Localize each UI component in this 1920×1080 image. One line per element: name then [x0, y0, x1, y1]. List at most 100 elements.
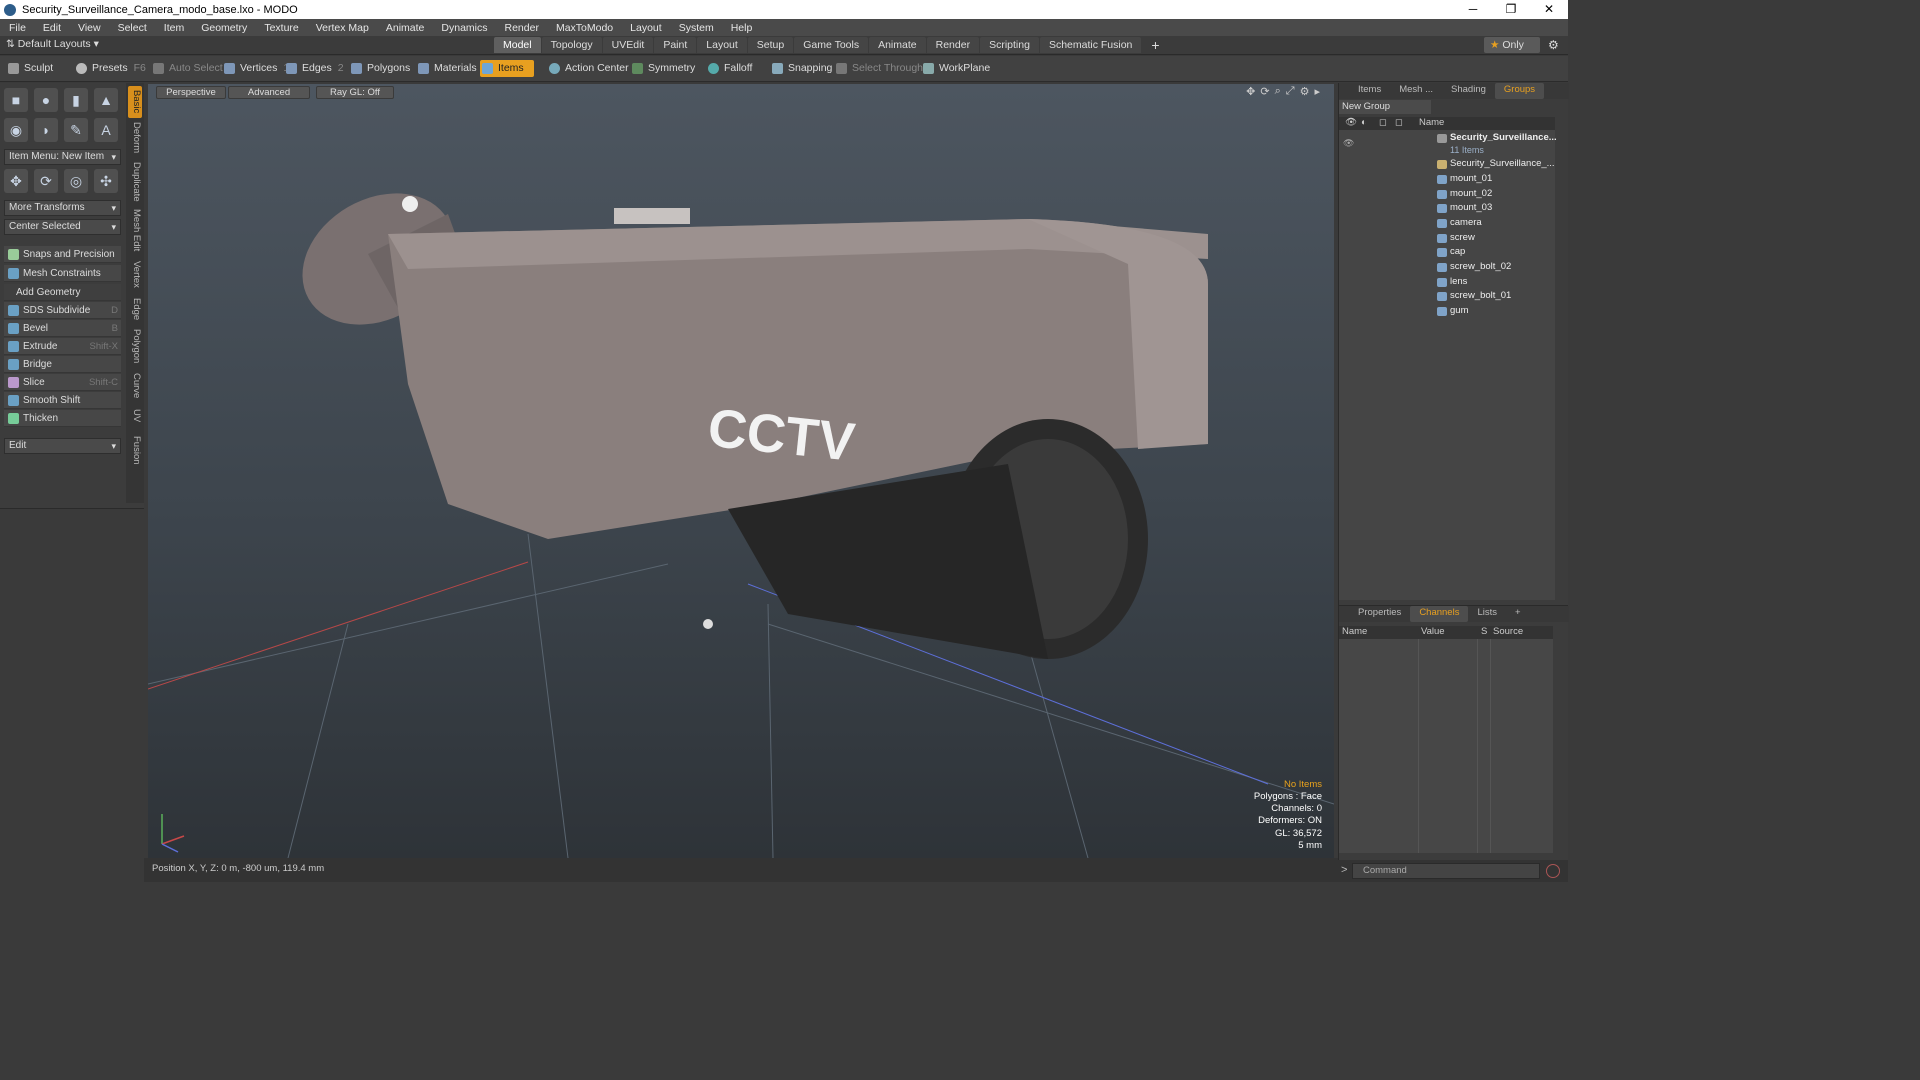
tab-animate[interactable]: Animate: [869, 37, 926, 53]
move-icon[interactable]: ✥: [4, 169, 28, 193]
more-transforms-dropdown[interactable]: More Transforms: [4, 200, 121, 216]
tree-item[interactable]: lens: [1437, 275, 1467, 289]
sidetab-basic[interactable]: Basic: [128, 86, 142, 118]
menu-file[interactable]: File: [0, 22, 34, 34]
tool-sds-subdivide[interactable]: SDS Subdivide D: [4, 302, 121, 319]
select-through-button[interactable]: Select Through: [834, 60, 923, 77]
tab-model[interactable]: Model: [494, 37, 541, 53]
sidetab-deform[interactable]: Deform: [128, 121, 142, 155]
col-name[interactable]: Name: [1342, 626, 1367, 637]
snaps-precision-button[interactable]: Snaps and Precision: [4, 246, 121, 263]
scale-icon[interactable]: ◎: [64, 169, 88, 193]
camera-model[interactable]: CCTV: [279, 167, 1208, 659]
tab-uvedit[interactable]: UVEdit: [602, 37, 654, 53]
tab-paint[interactable]: Paint: [654, 37, 697, 53]
sidetab-vertex[interactable]: Vertex: [128, 257, 142, 291]
cube-icon[interactable]: ■: [4, 88, 28, 112]
menu-dynamics[interactable]: Dynamics: [432, 22, 495, 34]
polygons-button[interactable]: Polygons: [349, 60, 410, 77]
gear-icon[interactable]: ⚙: [1548, 38, 1559, 52]
sidetab-duplicate[interactable]: Duplicate: [128, 161, 142, 203]
tab-layout[interactable]: Layout: [697, 37, 747, 53]
tool-slice[interactable]: Slice Shift-C: [4, 374, 121, 391]
tree-item[interactable]: camera: [1437, 216, 1482, 230]
visibility-eye-icon[interactable]: 👁: [1345, 117, 1357, 128]
tree-item[interactable]: mount_01: [1437, 172, 1492, 186]
tab-render[interactable]: Render: [926, 37, 980, 53]
add-panel-tab-button[interactable]: +: [1506, 606, 1530, 622]
tab-items[interactable]: Items: [1349, 83, 1390, 99]
menu-layout[interactable]: Layout: [621, 22, 670, 34]
menu-item[interactable]: Item: [155, 22, 192, 34]
mesh-constraints-button[interactable]: Mesh Constraints: [4, 265, 121, 282]
tool-smooth-shift[interactable]: Smooth Shift: [4, 392, 121, 409]
minimize-button[interactable]: ─: [1454, 0, 1492, 19]
tab-properties[interactable]: Properties: [1349, 606, 1410, 622]
menu-system[interactable]: System: [670, 22, 722, 34]
default-layouts-dropdown[interactable]: ⇅ Default Layouts ▾: [6, 38, 99, 50]
menu-edit[interactable]: Edit: [34, 22, 69, 34]
tab-schematic-fusion[interactable]: Schematic Fusion: [1039, 37, 1142, 53]
add-geometry-header[interactable]: Add Geometry: [4, 284, 121, 301]
menu-view[interactable]: View: [69, 22, 109, 34]
lock-icon[interactable]: ◐: [1361, 117, 1367, 128]
tree-item[interactable]: screw_bolt_02: [1437, 260, 1511, 274]
only-toggle[interactable]: ★ Only: [1484, 37, 1540, 53]
presets-button[interactable]: Presets F6: [74, 60, 146, 77]
sidetab-curve[interactable]: Curve: [128, 371, 142, 401]
tree-item[interactable]: Security_Surveillance_...: [1437, 157, 1555, 171]
sidetab-fusion[interactable]: Fusion: [128, 433, 142, 467]
tab-lists[interactable]: Lists: [1468, 606, 1506, 622]
tool-bridge[interactable]: Bridge: [4, 356, 121, 373]
sculpt-button[interactable]: Sculpt: [6, 60, 53, 77]
tab-topology[interactable]: Topology: [541, 37, 602, 53]
text-icon[interactable]: A: [94, 118, 118, 142]
tool-thicken[interactable]: Thicken: [4, 410, 121, 427]
action-center-button[interactable]: Action Center: [547, 60, 629, 77]
name-column-header[interactable]: Name: [1419, 117, 1444, 128]
rotate-icon[interactable]: ⟳: [34, 169, 58, 193]
center-selected-dropdown[interactable]: Center Selected: [4, 219, 121, 235]
new-group-button[interactable]: New Group: [1339, 100, 1431, 114]
menu-select[interactable]: Select: [109, 22, 155, 34]
menu-texture[interactable]: Texture: [255, 22, 306, 34]
vertices-button[interactable]: Vertices1: [222, 60, 289, 77]
symmetry-button[interactable]: Symmetry: [630, 60, 695, 77]
col-s[interactable]: S: [1481, 626, 1487, 637]
workplane-button[interactable]: WorkPlane: [921, 60, 990, 77]
maximize-button[interactable]: ❐: [1492, 0, 1530, 19]
capsule-icon[interactable]: ◗: [34, 118, 58, 142]
tab-mesh[interactable]: Mesh ...: [1390, 83, 1442, 99]
auto-select-button[interactable]: Auto Select: [151, 60, 223, 77]
cone-icon[interactable]: ▲: [94, 88, 118, 112]
menu-vertex-map[interactable]: Vertex Map: [307, 22, 377, 34]
tab-setup[interactable]: Setup: [747, 37, 794, 53]
tab-shading[interactable]: Shading: [1442, 83, 1495, 99]
falloff-button[interactable]: Falloff: [706, 60, 752, 77]
menu-geometry[interactable]: Geometry: [192, 22, 255, 34]
torus-icon[interactable]: ◉: [4, 118, 28, 142]
tool-extrude[interactable]: Extrude Shift-X: [4, 338, 121, 355]
materials-button[interactable]: Materials: [416, 60, 477, 77]
item-menu-dropdown[interactable]: Item Menu: New Item: [4, 149, 121, 165]
sphere-icon[interactable]: ●: [34, 88, 58, 112]
sidetab-mesh-edit[interactable]: Mesh Edit: [128, 208, 142, 252]
command-input[interactable]: Command: [1352, 863, 1540, 879]
menu-help[interactable]: Help: [722, 22, 761, 34]
select-icon[interactable]: ◻: [1395, 117, 1403, 128]
sidetab-polygon[interactable]: Polygon: [128, 327, 142, 365]
tree-item[interactable]: gum: [1437, 304, 1468, 318]
transform-icon[interactable]: ✣: [94, 169, 118, 193]
tab-game-tools[interactable]: Game Tools: [794, 37, 869, 53]
menu-render[interactable]: Render: [496, 22, 547, 34]
tree-item[interactable]: mount_02: [1437, 187, 1492, 201]
edit-dropdown[interactable]: Edit: [4, 438, 121, 454]
record-icon[interactable]: [1546, 864, 1560, 878]
sidetab-edge[interactable]: Edge: [128, 296, 142, 322]
tree-item[interactable]: screw_bolt_01: [1437, 289, 1511, 303]
tree-item[interactable]: cap: [1437, 245, 1465, 259]
menu-animate[interactable]: Animate: [377, 22, 433, 34]
row-eye-icon[interactable]: 👁: [1343, 138, 1354, 149]
tab-scripting[interactable]: Scripting: [980, 37, 1039, 53]
tab-groups[interactable]: Groups: [1494, 83, 1545, 99]
